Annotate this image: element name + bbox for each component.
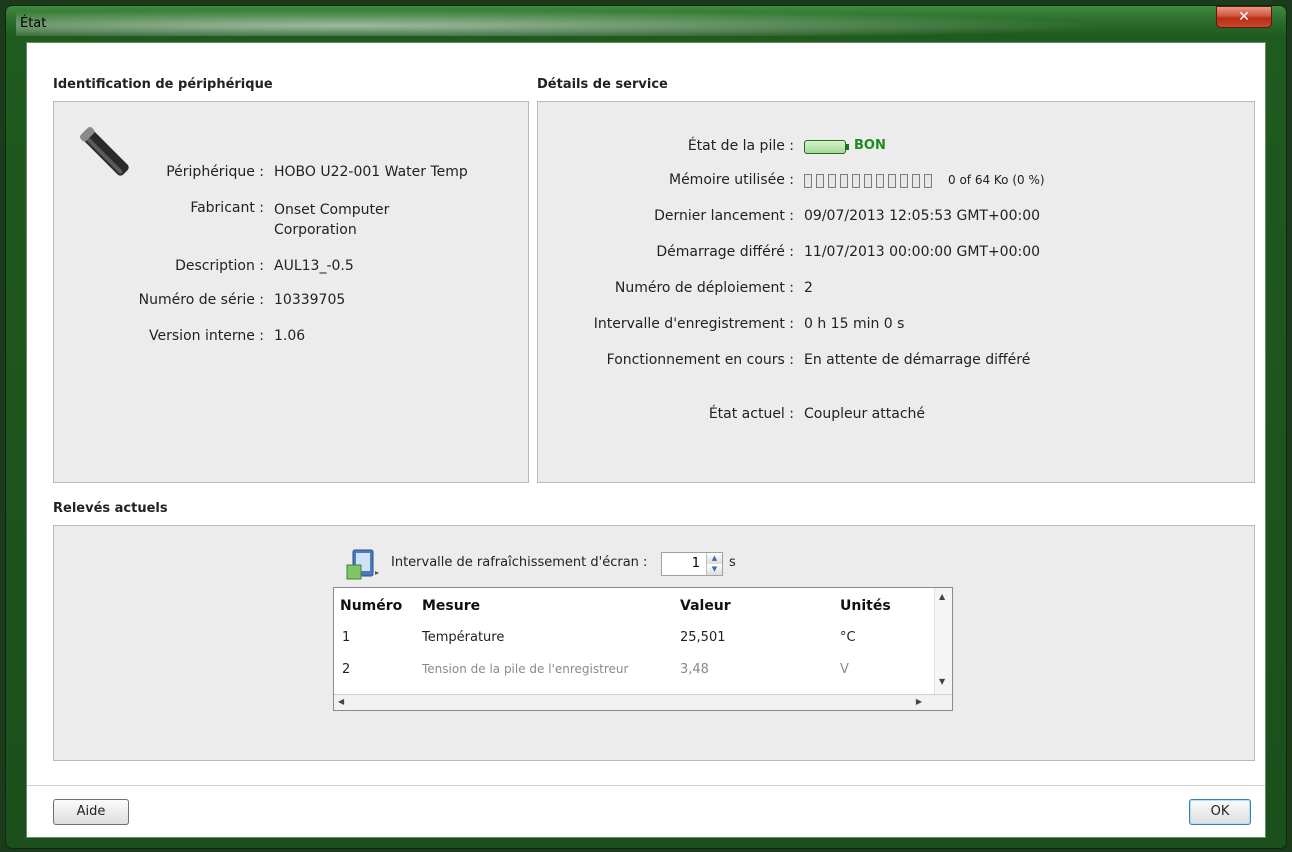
memory-cell [816,174,824,188]
operation-value: En attente de démarrage différé [804,352,1031,368]
memory-label: Mémoire utilisée : [668,172,794,188]
scroll-down-icon[interactable]: ▼ [939,677,945,686]
memory-bar [804,174,944,188]
row-value: 3,48 [680,662,709,677]
refresh-interval-label: Intervalle de rafraîchissement d'écran : [391,555,648,570]
current-state-label: État actuel : [708,406,794,422]
memory-cell [888,174,896,188]
memory-value: 0 of 64 Ko (0 %) [948,173,1045,187]
row-measure: Tension de la pile de l'enregistreur [422,662,629,676]
row-unit: °C [840,630,856,645]
last-launch-label: Dernier lancement : [654,208,794,224]
service-panel: État de la pile : BON Mémoire utilisée :… [537,101,1255,483]
row-unit: V [840,662,849,677]
column-header-number[interactable]: Numéro [340,598,402,614]
refresh-interval-stepper[interactable]: 1 ▲ ▼ [661,552,723,576]
refresh-interval-value[interactable]: 1 [692,556,700,571]
memory-cell [900,174,908,188]
refresh-interval-unit: s [729,555,736,570]
memory-cell [804,174,812,188]
current-state-value: Coupleur attaché [804,406,926,422]
column-header-value[interactable]: Valeur [680,598,731,614]
scroll-up-icon[interactable]: ▲ [939,592,945,601]
close-button[interactable]: ✕ [1216,6,1272,28]
column-header-units[interactable]: Unités [840,598,891,614]
memory-cell [864,174,872,188]
logging-interval-label: Intervalle d'enregistrement : [593,316,794,332]
window-title: État [20,16,47,31]
readings-title: Relevés actuels [53,501,168,516]
delayed-start-value: 11/07/2013 00:00:00 GMT+00:00 [804,244,1041,260]
description-label: Description : [175,258,264,274]
identification-panel: Périphérique : HOBO U22-001 Water Temp F… [53,101,529,483]
refresh-screen-icon [346,549,379,580]
readings-table[interactable]: Numéro Mesure Valeur Unités 1 Températur… [333,587,953,711]
help-button[interactable]: Aide [53,799,129,825]
title-glow [16,10,1116,36]
logging-interval-value: 0 h 15 min 0 s [804,316,905,332]
close-icon: ✕ [1238,9,1250,25]
footer-separator [27,785,1265,786]
memory-cell [828,174,836,188]
manufacturer-label: Fabricant : [190,200,264,216]
horizontal-scrollbar[interactable]: ◀ ▶ [334,694,952,710]
battery-label: État de la pile : [687,138,794,154]
operation-label: Fonctionnement en cours : [606,352,794,368]
row-number: 2 [342,662,351,677]
description-value: AUL13_-0.5 [274,258,354,274]
service-title: Détails de service [537,77,668,92]
firmware-value: 1.06 [274,328,306,344]
deployment-number-label: Numéro de déploiement : [614,280,794,296]
memory-cell [840,174,848,188]
manufacturer-value: Onset Computer Corporation [274,202,390,238]
row-measure: Température [422,630,505,645]
battery-icon [804,140,849,154]
identification-title: Identification de périphérique [53,77,273,92]
serial-label: Numéro de série : [138,292,264,308]
delayed-start-label: Démarrage différé : [656,244,794,260]
serial-value: 10339705 [274,292,346,308]
vertical-scrollbar[interactable]: ▲ ▼ [934,588,952,694]
row-number: 1 [342,630,351,645]
spin-down-button[interactable]: ▼ [706,564,722,575]
memory-cell [924,174,932,188]
scroll-right-icon[interactable]: ▶ [916,697,922,706]
column-header-measure[interactable]: Mesure [422,598,480,614]
scroll-left-icon[interactable]: ◀ [338,697,344,706]
dialog-content: Identification de périphérique Périphéri… [26,42,1266,838]
deployment-number-value: 2 [804,280,813,296]
memory-cell [912,174,920,188]
logger-device-icon [79,126,129,176]
last-launch-value: 09/07/2013 12:05:53 GMT+00:00 [804,208,1041,224]
memory-cell [876,174,884,188]
row-value: 25,501 [680,630,726,645]
firmware-label: Version interne : [149,328,264,344]
device-value: HOBO U22-001 Water Temp [274,164,468,180]
title-bar: État ✕ [6,6,1286,42]
spin-up-button[interactable]: ▲ [706,553,722,564]
memory-cell [852,174,860,188]
battery-status: BON [854,138,886,153]
status-dialog: État ✕ Identification de périphérique Pé… [6,6,1286,848]
device-label: Périphérique : [166,164,264,180]
ok-button[interactable]: OK [1189,799,1251,825]
